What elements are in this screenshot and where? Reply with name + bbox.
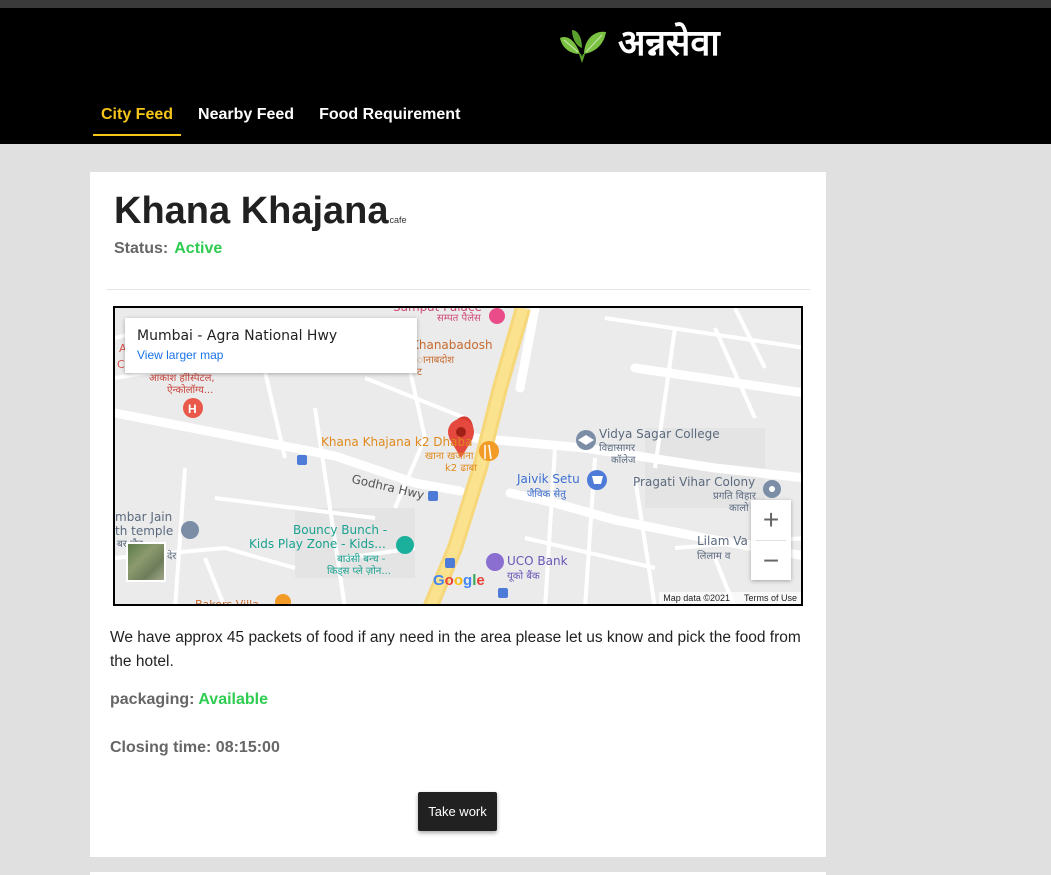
zoom-control: + − bbox=[751, 500, 791, 580]
post-type-tag: cafe bbox=[389, 215, 407, 225]
play-zone-marker-icon bbox=[396, 536, 414, 554]
map-label: सम्पत पैलेस bbox=[437, 313, 481, 324]
divider bbox=[106, 289, 810, 290]
map-label: Pragati Vihar Colony bbox=[633, 475, 756, 489]
map-label: ऐन्कोलॉग्य... bbox=[167, 385, 214, 396]
map-label: ानाबदोश bbox=[417, 355, 455, 366]
packaging-row: packaging: Available bbox=[110, 691, 268, 709]
leaves-icon bbox=[560, 30, 606, 64]
bank-marker-icon bbox=[486, 553, 504, 571]
post-title-text: Khana Khajana bbox=[114, 190, 389, 232]
post-description: We have approx 45 packets of food if any… bbox=[110, 629, 801, 670]
view-larger-map-link[interactable]: View larger map bbox=[137, 348, 405, 362]
map-label: Bouncy Bunch - bbox=[293, 523, 388, 537]
closing-time-value: 08:15:00 bbox=[215, 739, 280, 756]
status-badge: Active bbox=[174, 240, 223, 257]
map-label: ट bbox=[417, 367, 423, 378]
location-map[interactable]: H Sampat Palace सम्पत पैलेस Khanabadosh … bbox=[113, 306, 803, 606]
main-nav: City Feed Nearby Feed Food Requirement bbox=[93, 100, 477, 136]
status-label: Status: bbox=[114, 240, 169, 257]
bus-stop-icon bbox=[297, 455, 307, 465]
zoom-in-button[interactable]: + bbox=[751, 500, 791, 540]
map-label: किड्स प्ले ज़ोन... bbox=[327, 566, 391, 577]
status-row: Status: Active bbox=[114, 240, 222, 258]
map-attribution: Map data ©2021 bbox=[663, 593, 730, 603]
map-label: mbar Jain bbox=[115, 510, 173, 524]
post-title: Khana Khajanacafe bbox=[114, 190, 407, 233]
map-label: C bbox=[117, 358, 125, 371]
map-label: कॉलेज bbox=[611, 455, 636, 466]
map-info-box: Mumbai - Agra National Hwy View larger m… bbox=[125, 318, 417, 373]
map-label: Vidya Sagar College bbox=[599, 427, 720, 441]
google-letter: o bbox=[453, 572, 464, 589]
map-label: Bakers Villa bbox=[195, 598, 259, 606]
svg-text:H: H bbox=[188, 402, 197, 416]
closing-time-label: Closing time: bbox=[110, 739, 212, 756]
map-label: Khanabadosh bbox=[411, 338, 493, 352]
nav-food-requirement[interactable]: Food Requirement bbox=[311, 100, 468, 136]
map-label: Lilam Va bbox=[697, 534, 748, 548]
map-label: लिलाम व bbox=[697, 551, 731, 562]
header: अन्नसेवा City Feed Nearby Feed Food Requ… bbox=[0, 8, 1051, 144]
map-label: यूको बैंक bbox=[507, 571, 540, 582]
google-letter: o bbox=[444, 572, 454, 589]
packaging-value: Available bbox=[198, 691, 268, 708]
zoom-out-button[interactable]: − bbox=[751, 541, 791, 581]
google-logo: Google bbox=[433, 572, 485, 589]
temple-marker-icon bbox=[181, 521, 199, 539]
nav-nearby-feed[interactable]: Nearby Feed bbox=[190, 100, 302, 136]
map-place-title: Mumbai - Agra National Hwy bbox=[137, 328, 338, 344]
food-post-card: Khana Khajanacafe Status: Active H Sampa… bbox=[90, 172, 826, 857]
map-label: Jaivik Setu bbox=[517, 472, 580, 486]
satellite-toggle[interactable] bbox=[126, 542, 166, 582]
nav-city-feed[interactable]: City Feed bbox=[93, 100, 182, 136]
map-footer: Map data ©2021 Terms of Use bbox=[659, 592, 801, 604]
map-label: k2 ढाबा bbox=[445, 463, 477, 474]
palace-marker-icon bbox=[489, 308, 505, 324]
map-label: UCO Bank bbox=[507, 554, 568, 568]
map-label: कालो bbox=[729, 503, 749, 514]
map-label: देर bbox=[167, 551, 177, 562]
map-label: Khana Khajana k2 Dhaba bbox=[321, 435, 473, 449]
bus-stop-icon bbox=[498, 588, 508, 598]
brand-name: अन्नसेवा bbox=[618, 23, 720, 64]
google-letter: e bbox=[476, 572, 485, 589]
closing-time-row: Closing time: 08:15:00 bbox=[110, 739, 280, 757]
restaurant-marker-icon bbox=[479, 441, 499, 461]
take-work-button[interactable]: Take work bbox=[418, 792, 497, 831]
map-label: जैविक सेतु bbox=[527, 489, 566, 500]
top-strip bbox=[0, 0, 1051, 8]
bus-stop-icon bbox=[428, 491, 438, 501]
bus-stop-icon bbox=[445, 558, 455, 568]
packaging-label: packaging: bbox=[110, 691, 195, 708]
google-letter: g bbox=[463, 572, 473, 589]
map-label: Kids Play Zone - Kids... bbox=[249, 537, 386, 551]
google-letter: G bbox=[433, 572, 445, 589]
brand[interactable]: अन्नसेवा bbox=[556, 22, 720, 66]
terms-of-use-link[interactable]: Terms of Use bbox=[744, 593, 797, 603]
